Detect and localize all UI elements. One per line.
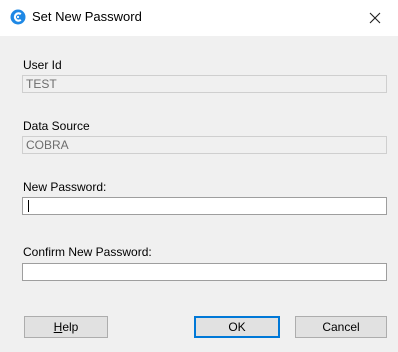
new-password-label: New Password: bbox=[23, 180, 107, 194]
confirm-password-label: Confirm New Password: bbox=[23, 245, 152, 259]
cobra-app-icon bbox=[10, 9, 26, 25]
help-accel-key: H bbox=[53, 320, 63, 334]
confirm-password-input[interactable] bbox=[22, 263, 387, 281]
set-new-password-dialog: Set New Password User Id TEST Data Sourc… bbox=[0, 0, 398, 352]
user-id-field: TEST bbox=[22, 75, 387, 93]
ok-button[interactable]: OK bbox=[194, 316, 280, 338]
ok-label: OK bbox=[228, 320, 246, 334]
help-label-rest: elp bbox=[62, 320, 79, 334]
cancel-label: Cancel bbox=[322, 320, 360, 334]
text-caret bbox=[28, 200, 29, 212]
title-bar: Set New Password bbox=[0, 0, 398, 36]
cancel-button[interactable]: Cancel bbox=[295, 316, 387, 338]
data-source-field: COBRA bbox=[22, 136, 387, 154]
window-title: Set New Password bbox=[32, 9, 142, 24]
user-id-label: User Id bbox=[23, 58, 62, 72]
new-password-input[interactable] bbox=[22, 197, 387, 215]
close-button[interactable] bbox=[352, 0, 398, 36]
close-icon bbox=[369, 9, 381, 27]
data-source-label: Data Source bbox=[23, 119, 90, 133]
help-button[interactable]: Help bbox=[24, 316, 108, 338]
